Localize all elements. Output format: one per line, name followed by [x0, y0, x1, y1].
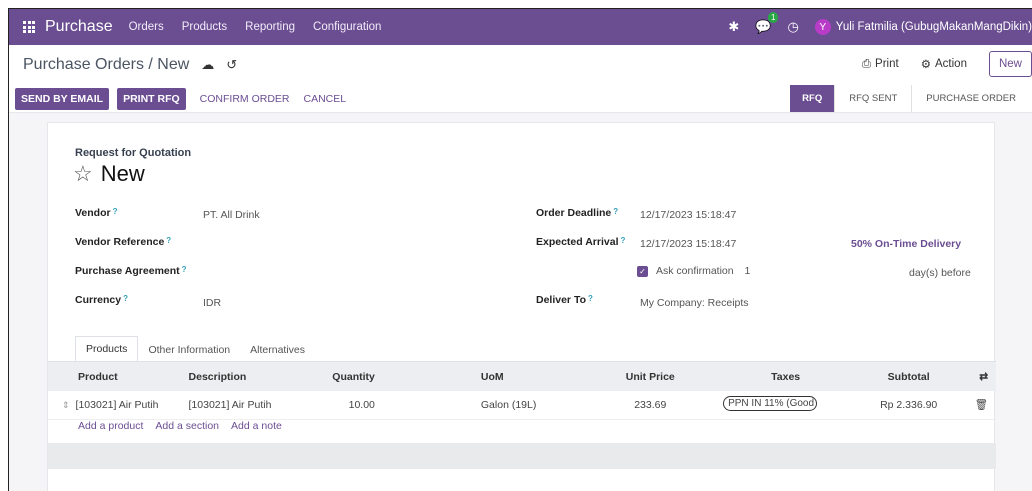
optional-columns-icon[interactable]: ⇄: [951, 362, 996, 391]
help-icon[interactable]: ?: [123, 294, 128, 303]
trash-icon[interactable]: 🗑: [975, 399, 988, 411]
notebook-tabs: Products Other Information Alternatives: [75, 336, 315, 362]
tab-alternatives[interactable]: Alternatives: [240, 338, 315, 362]
page-title: New: [100, 161, 145, 186]
currency-label: Currency?: [75, 294, 128, 306]
clock-icon[interactable]: ◷: [787, 19, 798, 35]
drag-handle-icon[interactable]: ⇕: [62, 400, 70, 410]
tax-tag[interactable]: PPN IN 11% (Good: [723, 395, 818, 411]
add-section-link[interactable]: Add a section: [155, 420, 219, 432]
product-value: [103021] Air Putih: [75, 398, 159, 411]
print-rfq-button[interactable]: PRINT RFQ: [117, 87, 186, 110]
order-lines: Product Description Quantity UoM Unit Pr…: [48, 361, 996, 420]
ask-confirmation-row: ✓ Ask confirmation 1: [637, 265, 750, 277]
col-product[interactable]: Product: [48, 362, 181, 391]
add-line-controls: Add a product Add a section Add a note: [78, 420, 294, 432]
tab-other-information[interactable]: Other Information: [138, 338, 240, 362]
ask-confirmation-checkbox[interactable]: ✓: [637, 265, 648, 277]
document-type: Request for Quotation: [75, 147, 192, 159]
col-unit-price[interactable]: Unit Price: [595, 362, 706, 391]
cloud-upload-icon[interactable]: ☁: [201, 57, 214, 73]
new-button[interactable]: New: [988, 51, 1032, 77]
discard-icon[interactable]: ↺: [226, 57, 237, 73]
help-icon[interactable]: ?: [613, 207, 618, 216]
help-icon[interactable]: ?: [113, 207, 118, 216]
printer-icon: ⎙: [861, 57, 872, 70]
delete-row-cell: 🗑: [951, 391, 996, 420]
table-header-row: Product Description Quantity UoM Unit Pr…: [48, 362, 996, 391]
breadcrumb[interactable]: Purchase Orders / New: [23, 56, 189, 74]
cancel-button[interactable]: CANCEL: [304, 93, 347, 105]
status-rfq[interactable]: RFQ: [790, 85, 835, 112]
tab-products[interactable]: Products: [75, 336, 139, 362]
action-button[interactable]: ⚙ Action: [921, 57, 967, 71]
send-by-email-button[interactable]: SEND BY EMAIL: [15, 87, 110, 110]
action-label: Action: [935, 58, 967, 70]
order-deadline-label: Order Deadline?: [536, 207, 619, 219]
deliver-to-label: Deliver To?: [536, 294, 593, 306]
confirm-order-button[interactable]: CONFIRM ORDER: [200, 93, 290, 105]
gear-icon: ⚙: [920, 59, 932, 71]
purchase-agreement-label: Purchase Agreement?: [75, 265, 187, 277]
vendor-field[interactable]: PT. All Drink: [203, 209, 260, 221]
control-panel: Purchase Orders / New ☁ ↺ ⎙ Print ⚙ Action…: [9, 45, 1032, 85]
status-purchase-order[interactable]: PURCHASE ORDER: [911, 85, 1030, 112]
uom-cell[interactable]: Galon (19L): [382, 391, 596, 420]
currency-field[interactable]: IDR: [203, 297, 221, 309]
expected-arrival-field[interactable]: 12/17/2023 15:18:47: [640, 238, 736, 250]
col-taxes[interactable]: Taxes: [705, 362, 867, 391]
subtotal-cell: Rp 2.336.90: [866, 391, 952, 420]
chat-icon[interactable]: 💬 1: [755, 12, 779, 35]
vendor-reference-label: Vendor Reference?: [75, 236, 172, 248]
ask-confirmation-days-field[interactable]: 1: [745, 265, 751, 277]
col-quantity[interactable]: Quantity: [291, 362, 383, 391]
top-navbar: Purchase Orders Products Reporting Confi…: [9, 9, 1032, 45]
menu-products[interactable]: Products: [182, 21, 227, 33]
avatar[interactable]: Y: [814, 19, 831, 35]
table-row[interactable]: ⇕ [103021] Air Putih [103021] Air Putih 1…: [48, 391, 996, 420]
user-name[interactable]: Yuli Fatmilia (GubugMakanMangDikin): [836, 21, 1032, 33]
app-window: Purchase Orders Products Reporting Confi…: [8, 8, 1032, 491]
apps-menu-icon[interactable]: [23, 21, 37, 33]
print-button[interactable]: ⎙ Print: [862, 58, 899, 71]
menu-configuration[interactable]: Configuration: [313, 21, 381, 33]
systray: ✱ 💬 1 ◷ Y Yuli Fatmilia (GubugMakanMangDi…: [728, 9, 1032, 45]
order-lines-table: Product Description Quantity UoM Unit Pr…: [48, 362, 996, 420]
help-icon[interactable]: ?: [166, 236, 171, 245]
status-bar: RFQ RFQ SENT PURCHASE ORDER: [790, 85, 1030, 112]
status-rfq-sent[interactable]: RFQ SENT: [834, 85, 911, 112]
add-product-link[interactable]: Add a product: [78, 420, 143, 432]
menu-orders[interactable]: Orders: [129, 21, 164, 33]
add-note-link[interactable]: Add a note: [231, 420, 282, 432]
print-label: Print: [875, 58, 899, 70]
help-icon[interactable]: ?: [620, 236, 625, 245]
days-before-label: day(s) before: [909, 267, 971, 279]
expected-arrival-label: Expected Arrival?: [536, 236, 626, 248]
form-action-bar: SEND BY EMAIL PRINT RFQ CONFIRM ORDER CA…: [9, 85, 1032, 113]
quantity-cell[interactable]: 10.00: [291, 391, 383, 420]
star-icon[interactable]: ☆: [73, 161, 93, 187]
bug-icon[interactable]: ✱: [728, 19, 739, 35]
table-footer: [48, 443, 996, 469]
description-cell[interactable]: [103021] Air Putih: [180, 391, 292, 420]
taxes-cell[interactable]: PPN IN 11% (Good: [705, 391, 867, 420]
help-icon[interactable]: ?: [588, 294, 593, 303]
col-uom[interactable]: UoM: [382, 362, 596, 391]
app-brand[interactable]: Purchase: [45, 18, 113, 36]
help-icon[interactable]: ?: [182, 265, 187, 274]
record-title: ☆ New: [73, 161, 145, 187]
deliver-to-field[interactable]: My Company: Receipts: [640, 297, 749, 309]
menu-reporting[interactable]: Reporting: [245, 21, 295, 33]
chat-badge: 1: [767, 12, 779, 23]
ask-confirmation-label: Ask confirmation: [656, 265, 734, 277]
unit-price-cell[interactable]: 233.69: [595, 391, 706, 420]
form-sheet: Request for Quotation ☆ New Vendor? PT. …: [47, 122, 996, 491]
order-deadline-field[interactable]: 12/17/2023 15:18:47: [640, 209, 736, 221]
col-subtotal[interactable]: Subtotal: [866, 362, 952, 391]
col-description[interactable]: Description: [180, 362, 292, 391]
vendor-label: Vendor?: [75, 207, 118, 219]
product-cell[interactable]: ⇕ [103021] Air Putih: [48, 391, 181, 420]
on-time-delivery-link[interactable]: 50% On-Time Delivery: [851, 238, 961, 250]
control-panel-actions: ⎙ Print ⚙ Action New: [862, 51, 1032, 77]
